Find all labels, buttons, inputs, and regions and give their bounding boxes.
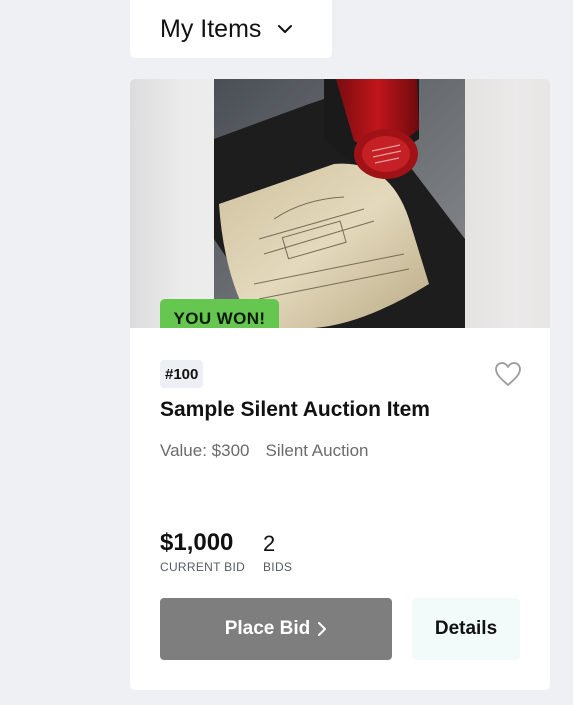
wine-bottle-image[interactable] — [214, 79, 465, 328]
item-image-area: YOU WON! — [130, 79, 550, 328]
place-bid-label: Place Bid — [224, 618, 311, 639]
heart-icon[interactable] — [494, 361, 522, 387]
dropdown-label: My Items — [160, 14, 262, 43]
bid-count: 2 — [263, 531, 276, 556]
lot-number-badge: #100 — [160, 360, 204, 388]
auction-item-card: YOU WON! #100 Sample Silent Auction Item… — [130, 79, 550, 690]
my-items-dropdown[interactable]: My Items — [130, 0, 332, 58]
you-won-badge: YOU WON! — [160, 299, 279, 328]
chevron-right-icon — [317, 621, 327, 637]
current-bid-label: CURRENT BID — [160, 560, 246, 574]
chevron-down-icon — [277, 24, 293, 34]
current-bid-amount: $1,000 — [160, 529, 234, 556]
details-button[interactable]: Details — [412, 598, 520, 660]
item-meta: Value: $300 Silent Auction — [160, 441, 369, 461]
bids-label: BIDS — [263, 560, 293, 574]
item-value: Value: $300 — [160, 441, 250, 460]
details-label: Details — [434, 618, 498, 639]
auction-type: Silent Auction — [265, 441, 369, 460]
place-bid-button[interactable]: Place Bid — [160, 598, 392, 660]
item-title[interactable]: Sample Silent Auction Item — [160, 398, 430, 422]
